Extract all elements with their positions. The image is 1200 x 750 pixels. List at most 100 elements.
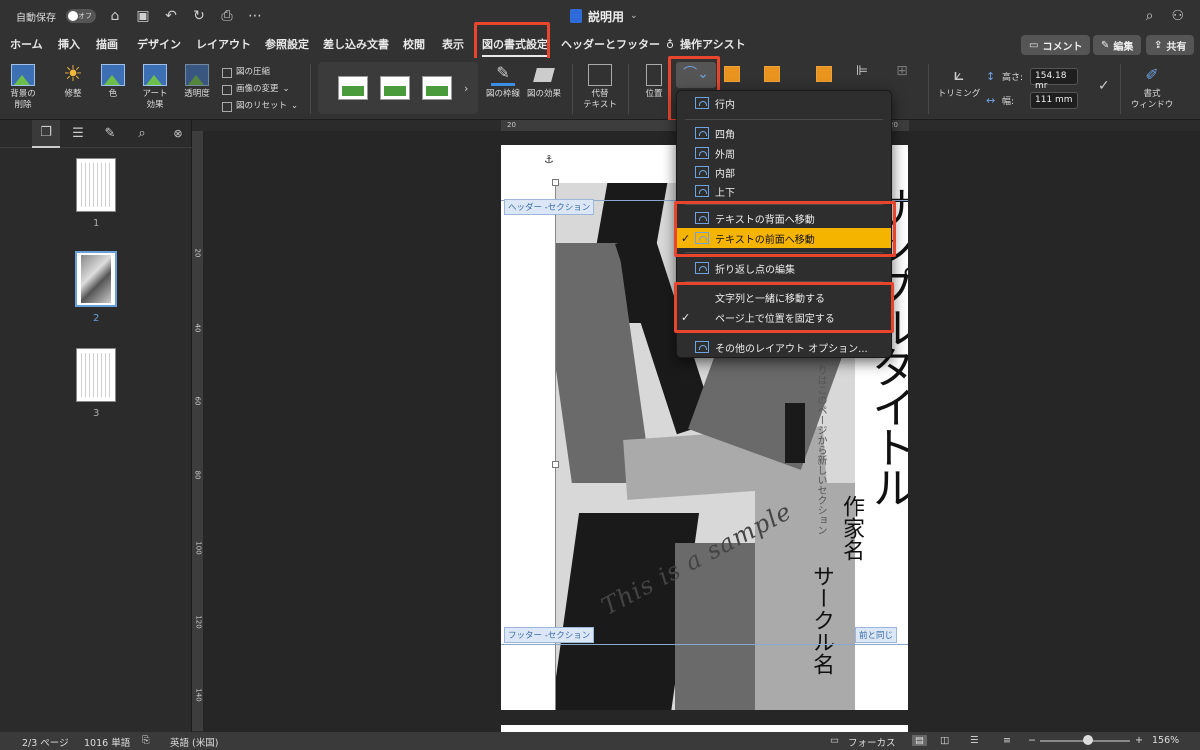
tab-review[interactable]: 校閲 [403, 36, 425, 52]
home-icon[interactable]: ⌂ [106, 7, 124, 25]
effects-icon [533, 68, 555, 82]
page-count[interactable]: 2/3 ページ [22, 735, 69, 749]
outline-view-icon[interactable]: ☰ [970, 735, 979, 746]
close-icon[interactable]: ⊗ [164, 120, 192, 148]
width-input[interactable]: 111 mm [1030, 92, 1078, 109]
picture-styles-gallery[interactable]: › [318, 62, 478, 114]
resize-handle[interactable] [552, 179, 559, 186]
remove-background-button[interactable]: 背景の 削除 [8, 64, 38, 111]
page-thumbnail-2[interactable] [75, 251, 117, 307]
menu-item-square[interactable]: 四角 [677, 123, 891, 143]
lock-aspect-checkmark-icon[interactable]: ✓ [1098, 78, 1110, 94]
group-button[interactable]: ⊞ [890, 64, 914, 78]
edit-button[interactable]: ✎ 編集 [1093, 35, 1142, 55]
thumbnail-text-lines [81, 163, 111, 207]
pages-tab-icon[interactable]: ❐ [32, 119, 60, 148]
search-icon[interactable]: ⌕ [1146, 8, 1154, 24]
search-tab-icon[interactable]: ⌕ [128, 120, 156, 148]
picture-style-1[interactable] [338, 76, 368, 100]
format-pane-button[interactable]: ✐ 書式 ウィンドウ [1130, 64, 1174, 111]
transparency-button[interactable]: 透明度 [180, 64, 214, 100]
autosave-state: オフ [78, 12, 92, 20]
align-button[interactable]: ⊫ [850, 64, 874, 78]
draft-view-icon[interactable]: ≡ [1003, 735, 1011, 746]
same-as-previous-tag: 前と同じ [855, 627, 898, 643]
print-icon[interactable]: ⎙ [218, 7, 236, 25]
tab-references[interactable]: 参照設定 [265, 36, 309, 52]
menu-item-more-layout-options[interactable]: その他のレイアウト オプション... [677, 337, 891, 357]
pencil-icon: ✎ [1101, 39, 1110, 51]
tab-home[interactable]: ホーム [10, 36, 43, 52]
send-backward-icon[interactable] [764, 66, 780, 82]
selection-pane-icon[interactable] [816, 66, 832, 82]
change-picture-icon [222, 84, 232, 95]
gallery-next-icon[interactable]: › [464, 82, 468, 95]
reset-picture-button[interactable]: 図のリセット ⌄ [222, 98, 298, 115]
resize-handle[interactable] [552, 461, 559, 468]
zoom-out-icon[interactable]: − [1028, 735, 1036, 746]
menu-item-label: 折り返し点の編集 [715, 264, 795, 276]
bring-forward-icon[interactable] [724, 66, 740, 82]
focus-mode[interactable]: フォーカス [848, 735, 896, 749]
focus-icon[interactable]: ▭ [830, 735, 839, 746]
doc-title-text: 説明用 [588, 9, 625, 24]
color-button[interactable]: 色 [98, 64, 128, 100]
menu-item-edit-wrap-points[interactable]: 折り返し点の編集 [677, 258, 891, 278]
format-brush-icon: ✐ [1145, 65, 1159, 84]
vertical-ruler[interactable]: 20 40 60 80 100 120 140 [192, 131, 203, 731]
menu-item-tight[interactable]: 外周 [677, 143, 891, 163]
tab-design[interactable]: デザイン [137, 36, 181, 52]
zoom-in-icon[interactable]: + [1135, 735, 1143, 746]
nav-pane-tabs: ❐ ☰ ✎ ⌕ ⊗ [0, 119, 192, 148]
tab-layout[interactable]: レイアウト [196, 36, 251, 52]
undo-icon[interactable]: ↶ [162, 7, 180, 25]
document-title[interactable]: 説明用 ⌄ [570, 0, 638, 32]
proofing-icon[interactable]: ⎘ [142, 735, 150, 746]
tab-view[interactable]: 表示 [442, 36, 464, 52]
picture-style-3[interactable] [422, 76, 452, 100]
art-effects-button[interactable]: アート 効果 [138, 64, 172, 111]
crop-button[interactable]: ⟀ トリミング [936, 64, 982, 100]
ruler-label: 20 [507, 121, 516, 129]
tab-tell-me[interactable]: ♁ 操作アシスト [666, 36, 746, 52]
position-button[interactable]: 位置 [640, 64, 668, 100]
picture-effects-button[interactable]: 図の効果 [526, 64, 562, 100]
share-button[interactable]: ⇪ 共有 [1146, 35, 1195, 55]
layout-options-icon [695, 341, 709, 353]
picture-border-label: 図の枠線 [485, 89, 520, 99]
save-icon[interactable]: ▣ [134, 7, 152, 25]
tab-mailings[interactable]: 差し込み文書 [323, 36, 389, 52]
more-icon[interactable]: ⋯ [246, 7, 264, 25]
outline-tab-icon[interactable]: ☰ [64, 120, 92, 148]
change-picture-button[interactable]: 画像の変更 ⌄ [222, 81, 298, 98]
zoom-level[interactable]: 156% [1152, 735, 1179, 746]
compress-pictures-button[interactable]: 図の圧縮 [222, 64, 298, 81]
tab-draw[interactable]: 描画 [96, 36, 118, 52]
page-thumbnail-1[interactable] [76, 158, 116, 212]
picture-style-2[interactable] [380, 76, 410, 100]
word-count[interactable]: 1016 単語 [84, 735, 130, 749]
height-input[interactable]: 154.18 mr [1030, 68, 1078, 91]
comment-button[interactable]: ▭ コメント [1021, 35, 1091, 55]
edit-tab-icon[interactable]: ✎ [96, 120, 124, 148]
ruler-label: 80 [193, 470, 202, 480]
tab-header-footer[interactable]: ヘッダーとフッター [561, 36, 660, 52]
zoom-slider-knob[interactable] [1083, 735, 1093, 745]
web-layout-icon[interactable]: ◫ [940, 735, 949, 746]
alt-text-button[interactable]: 代替 テキスト [582, 64, 618, 111]
print-layout-icon[interactable]: ▤ [912, 735, 927, 746]
language-status[interactable]: 英語 (米国) [170, 735, 218, 749]
tab-insert[interactable]: 挿入 [58, 36, 80, 52]
redo-icon[interactable]: ↻ [190, 7, 208, 25]
highlight-behind-front-options [674, 201, 896, 257]
picture-border-button[interactable]: ✎ 図の枠線 [484, 64, 522, 100]
page-thumbnail-3[interactable] [76, 348, 116, 402]
menu-item-inline[interactable]: 行内 [677, 93, 891, 113]
corrections-button[interactable]: ☀ 修整 [56, 64, 90, 100]
share-people-icon[interactable]: ⚇ [1171, 8, 1184, 24]
menu-item-through[interactable]: 内部 [677, 162, 891, 182]
autosave-toggle[interactable]: オフ [66, 9, 96, 23]
thumbnail-image [81, 255, 111, 303]
menu-item-top-bottom[interactable]: 上下 [677, 181, 891, 201]
ribbon: 背景の 削除 ☀ 修整 色 アート 効果 透明度 図の圧縮 画像の変更 ⌄ 図のリ… [0, 58, 1200, 120]
